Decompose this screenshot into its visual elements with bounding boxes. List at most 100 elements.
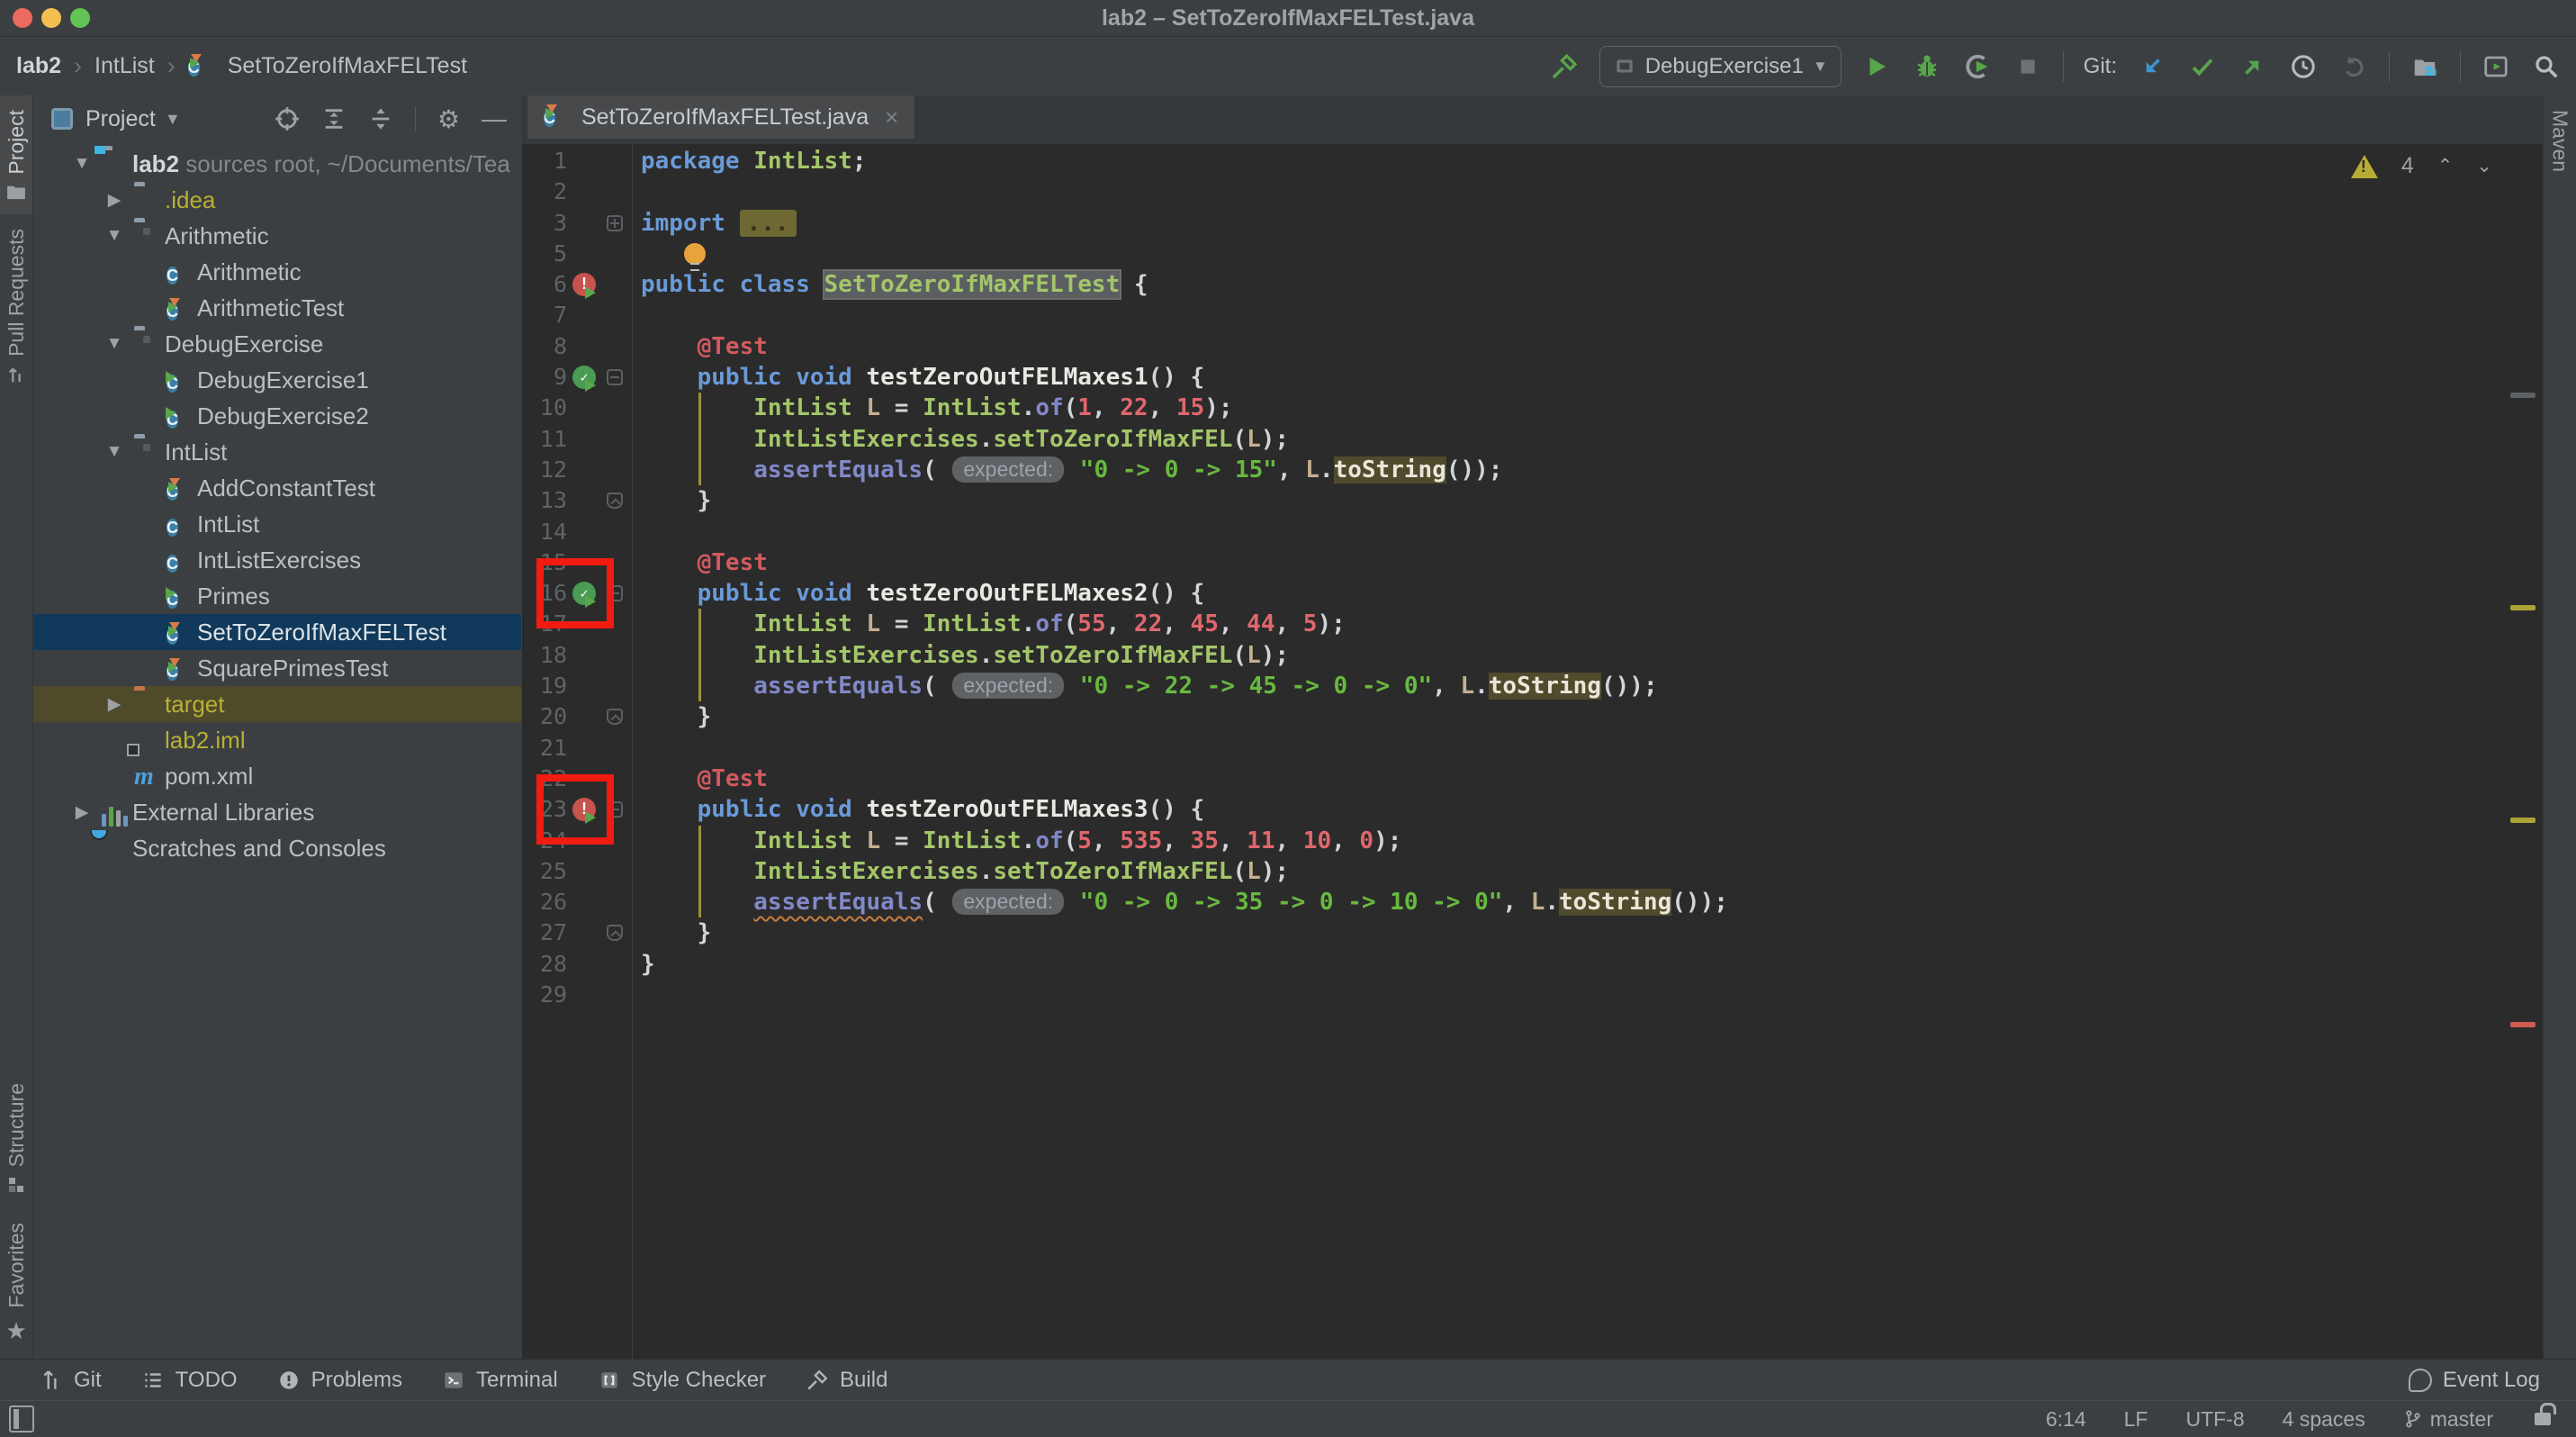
gutter[interactable]: 29 [522,980,632,1010]
event-log-button[interactable]: Event Log [2408,1368,2540,1393]
code-line-7[interactable]: 7 [522,300,2507,330]
chevron-down-icon[interactable]: ▼ [105,226,123,246]
chevron-right-icon[interactable]: ▶ [105,694,123,715]
tool-window-button-build[interactable]: Build [806,1368,887,1393]
git-push-icon[interactable] [2238,51,2268,82]
tree-item-primes[interactable]: C Primes [33,578,521,614]
tree-item-intlist[interactable]: C IntList [33,506,521,542]
tree-item-target[interactable]: ▶ target [33,686,521,722]
code-line-28[interactable]: 28} [522,949,2507,980]
tool-tab-favorites[interactable]: Favorites ★ [0,1208,32,1360]
gutter[interactable]: 8 [522,331,632,362]
fold-marker-start[interactable] [607,369,623,386]
code-line-1[interactable]: 1 package IntList; [522,146,2507,176]
breadcrumb-package[interactable]: IntList [95,53,155,79]
history-clock-icon[interactable] [2288,51,2319,82]
breadcrumb-project[interactable]: lab2 [16,53,61,79]
tool-tab-structure[interactable]: Structure [0,1069,32,1208]
code-line-23[interactable]: 23 public void testZeroOutFELMaxes3() { [522,774,2507,845]
settings-gear-icon[interactable]: ⚙ [437,104,460,134]
code-line-8[interactable]: 8 @Test [522,331,2507,362]
gutter[interactable]: 9 [522,362,632,393]
editor-tab[interactable]: C SetToZeroIfMaxFELTest.java × [527,95,915,139]
tree-item-settozeroifmaxfeltest[interactable]: C SetToZeroIfMaxFELTest [33,614,521,650]
chevron-right-icon[interactable]: ▶ [105,190,123,211]
gutter[interactable]: 23 [522,774,632,845]
search-everywhere-icon[interactable] [2531,51,2562,82]
gutter[interactable]: 13 [522,485,632,516]
code-line-21[interactable]: 21 [522,733,2507,764]
tree-item-squareprimestest[interactable]: C SquarePrimesTest [33,650,521,686]
fold-marker-end[interactable] [607,925,623,942]
tree-item-addconstanttest[interactable]: C AddConstantTest [33,470,521,506]
tool-window-toggle-icon[interactable] [9,1405,34,1432]
tool-tab-project[interactable]: Project [0,95,32,214]
tree-item-arithmetic[interactable]: ▼ Arithmetic [33,218,521,254]
chevron-down-icon[interactable]: ⌄ [2476,155,2492,177]
inspection-widget[interactable]: 4 ⌃ ⌄ [2350,153,2492,179]
code-line-12[interactable]: 12 assertEquals( expected: "0 -> 0 -> 15… [522,454,2507,486]
gutter[interactable]: 5 [522,239,632,269]
gutter[interactable]: 1 [522,146,632,176]
stop-button[interactable] [2013,51,2043,82]
git-update-icon[interactable] [2137,51,2167,82]
collapse-all-icon[interactable] [368,106,393,131]
run-with-coverage-button[interactable] [1962,51,1993,82]
gutter[interactable]: 11 [522,424,632,455]
code-line-10[interactable]: 10 IntList L = IntList.of(1, 22, 15); [522,393,2507,424]
project-view-select[interactable]: Project [86,106,156,132]
tree-item-debugexercise2[interactable]: C DebugExercise2 [33,398,521,434]
tree-item-lab2[interactable]: ▼ lab2 sources root, ~/Documents/Tea [33,146,521,182]
caret-position[interactable]: 6:14 [2046,1407,2086,1432]
code-editor[interactable]: 4 ⌃ ⌄ 1package IntList;23import ...56pub… [522,144,2543,1360]
tree-item-debugexercise1[interactable]: C DebugExercise1 [33,362,521,398]
locate-file-icon[interactable] [275,106,300,131]
gutter[interactable]: 2 [522,176,632,207]
code-line-3[interactable]: 3 import ... [522,208,2507,239]
chevron-right-icon[interactable]: ▶ [73,802,91,823]
code-line-19[interactable]: 19 assertEquals( expected: "0 -> 22 -> 4… [522,671,2507,702]
tool-window-button-problems[interactable]: Problems [277,1368,402,1393]
code-line-18[interactable]: 18 IntListExercises.setToZeroIfMaxFEL(L)… [522,639,2507,672]
intention-bulb-icon[interactable] [684,242,706,271]
tree-item-scratches-and-consoles[interactable]: Scratches and Consoles [33,830,521,866]
code-line-16[interactable]: 16 public void testZeroOutFELMaxes2() { [522,558,2507,629]
code-line-9[interactable]: 9 public void testZeroOutFELMaxes1() { [522,362,2507,393]
gutter[interactable]: 25 [522,856,632,887]
tree-item-intlist[interactable]: ▼ IntList [33,434,521,470]
code-line-6[interactable]: 6 public class SetToZeroIfMaxFELTest { [522,269,2507,301]
gutter[interactable]: 26 [522,887,632,917]
gutter[interactable]: 28 [522,949,632,980]
gutter[interactable]: 19 [522,671,632,701]
gutter[interactable]: 20 [522,701,632,732]
chevron-down-icon[interactable]: ▼ [105,442,123,462]
git-commit-icon[interactable] [2187,51,2218,82]
run-button[interactable] [1861,51,1892,82]
tree-item-intlistexercises[interactable]: C IntListExercises [33,542,521,578]
tree-item-pom-xml[interactable]: m pom.xml [33,758,521,794]
tool-window-button-style-checker[interactable]: Style Checker [598,1368,766,1393]
code-line-26[interactable]: 26 assertEquals( expected: "0 -> 0 -> 35… [522,887,2507,918]
gutter[interactable]: 18 [522,640,632,671]
gutter[interactable]: 6 [522,269,632,300]
code-line-27[interactable]: 27 } [522,917,2507,948]
tree-item-arithmetic[interactable]: C Arithmetic [33,254,521,290]
gutter[interactable]: 27 [522,917,632,948]
chevron-up-icon[interactable]: ⌃ [2437,155,2454,177]
tool-window-button-todo[interactable]: TODO [141,1368,238,1393]
code-line-24[interactable]: 24 IntList L = IntList.of(5, 535, 35, 11… [522,825,2507,856]
gutter[interactable]: 16 [522,558,632,629]
tree-item-debugexercise[interactable]: ▼ DebugExercise [33,326,521,362]
tree-item-arithmetictest[interactable]: C ArithmeticTest [33,290,521,326]
debug-button[interactable] [1912,51,1942,82]
gutter[interactable]: 10 [522,393,632,423]
code-line-11[interactable]: 11 IntListExercises.setToZeroIfMaxFEL(L)… [522,423,2507,455]
tool-tab-pull-requests[interactable]: Pull Requests [0,214,32,400]
error-stripe-mark[interactable] [2510,605,2535,610]
build-hammer-icon[interactable] [1549,51,1580,82]
gutter[interactable]: 21 [522,733,632,764]
expand-all-icon[interactable] [321,106,347,131]
code-line-2[interactable]: 2 [522,176,2507,207]
hide-panel-icon[interactable]: — [482,104,507,133]
gutter[interactable]: 7 [522,300,632,330]
